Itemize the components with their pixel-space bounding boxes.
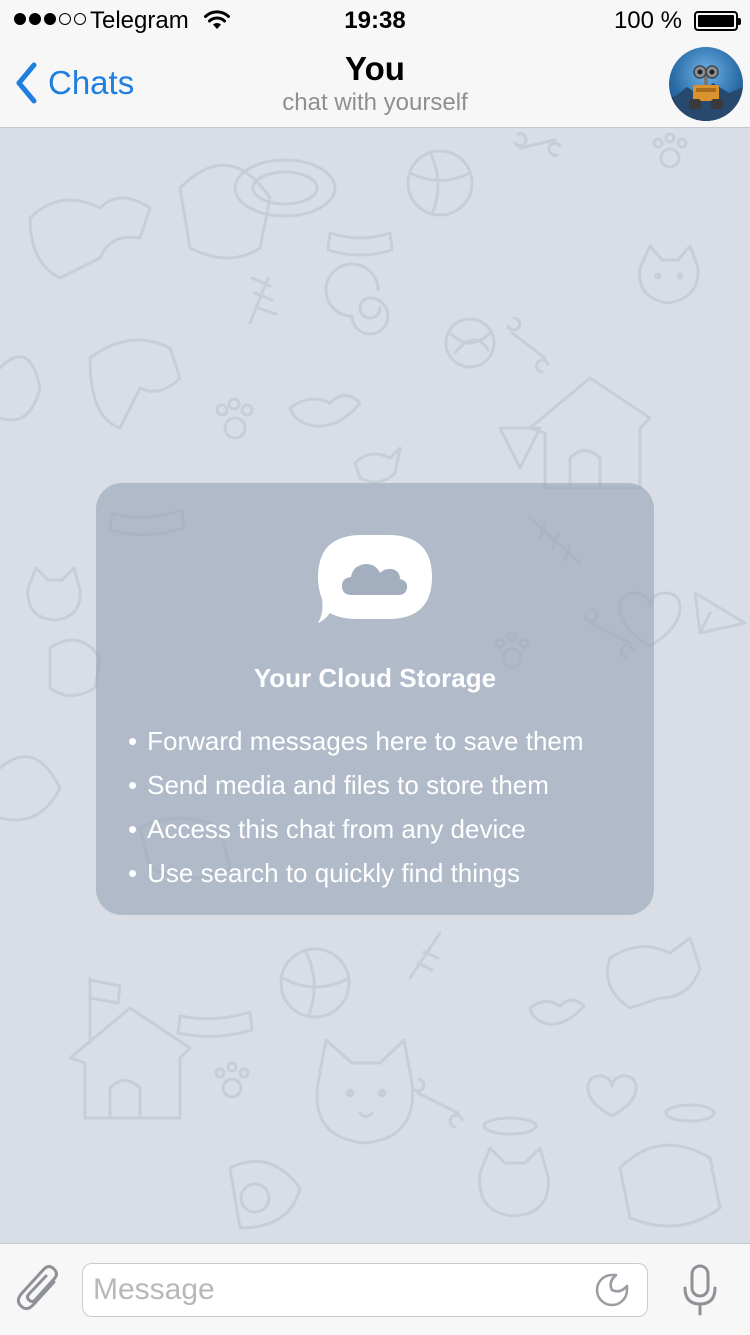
paperclip-icon: [16, 1265, 58, 1311]
voice-message-button[interactable]: [680, 1264, 720, 1321]
attach-button[interactable]: [16, 1262, 62, 1321]
cloud-bubble-icon: [318, 535, 432, 623]
chat-area: Your Cloud Storage Forward messages here…: [0, 128, 750, 1243]
status-bar: Telegram 19:38 100 %: [0, 0, 750, 40]
battery-icon: [694, 11, 741, 31]
sticker-button[interactable]: [594, 1272, 630, 1313]
chat-subtitle: chat with yourself: [282, 89, 468, 116]
list-item: Forward messages here to save them: [128, 719, 583, 763]
list-item: Use search to quickly find things: [128, 851, 584, 895]
chat-title: You: [345, 50, 405, 87]
sticker-icon: [595, 1273, 629, 1307]
list-item: Access this chat from any device: [128, 807, 584, 851]
feature-list: Forward messages here to save them Send …: [128, 719, 584, 895]
microphone-icon: [683, 1264, 717, 1316]
cloud-storage-card: Your Cloud Storage Forward messages here…: [96, 483, 654, 915]
message-input[interactable]: [82, 1263, 648, 1317]
avatar[interactable]: [669, 47, 743, 121]
card-title: Your Cloud Storage: [253, 663, 497, 693]
list-item: Send media and files to store them: [128, 763, 584, 807]
navigation-bar: Chats You chat with yourself: [0, 40, 750, 128]
message-input-bar: [0, 1243, 750, 1335]
battery-percentage: 100 %: [613, 7, 682, 34]
